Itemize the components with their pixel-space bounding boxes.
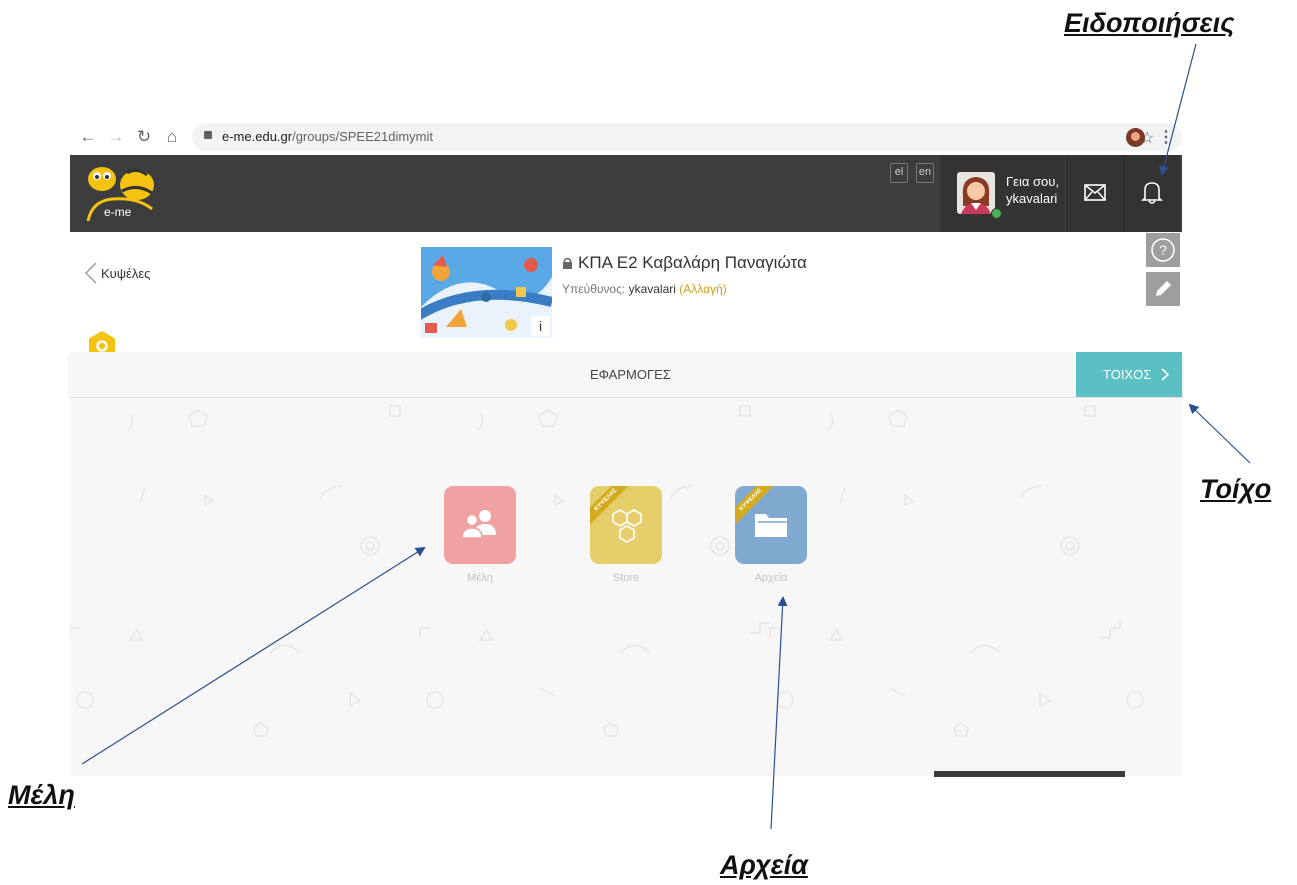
back-icon[interactable]: ← <box>78 127 98 147</box>
svg-text:?: ? <box>1159 242 1167 258</box>
arrow-to-wall <box>1188 403 1251 464</box>
e-me-logo[interactable]: e-me <box>82 161 158 226</box>
background-pattern <box>70 405 1144 737</box>
avatar <box>957 172 995 214</box>
logo-text: e-me <box>104 205 132 219</box>
group-info-badge[interactable]: i <box>531 316 550 336</box>
reload-icon[interactable]: ↻ <box>134 127 154 147</box>
notifications-button[interactable] <box>1123 155 1180 232</box>
help-icon: ? <box>1151 238 1175 262</box>
annotation-notifications: Ειδοποιήσεις <box>1064 8 1235 38</box>
browser-toolbar: ← → ↻ ⌂ e-me.edu.gr/groups/SPEE21dimymit… <box>70 120 1182 155</box>
folder-icon <box>755 514 787 537</box>
annotation-wall: Τοίχο <box>1200 474 1272 504</box>
lang-el-button[interactable]: el <box>890 163 908 183</box>
online-status-icon <box>991 208 1002 219</box>
annotation-files: Αρχεία <box>720 850 808 880</box>
app-store[interactable]: ΚΥΨΕΛΗΣ <box>590 486 662 564</box>
honeycomb-icon <box>612 509 642 543</box>
forward-icon[interactable]: → <box>106 127 126 147</box>
greeting: Γεια σου, ykavalari <box>1006 174 1059 206</box>
apps-content: Μέλη ΚΥΨΕΛΗΣ Store ΚΥΨΕΛΗΣ Αρχεία <box>70 398 1182 776</box>
app-members[interactable] <box>444 486 516 564</box>
mail-button[interactable] <box>1066 155 1123 232</box>
group-title: ΚΠΑ Ε2 Καβαλάρη Παναγιώτα <box>578 253 807 272</box>
app-files-label: Αρχεία <box>754 572 788 584</box>
app-members-label: Μέλη <box>467 572 493 584</box>
app-files[interactable]: ΚΥΨΕΛΗΣ <box>735 486 807 564</box>
app-header: e-me el en Γεια σου, ykavalari <box>70 155 1182 232</box>
url-text: e-me.edu.gr/groups/SPEE21dimymit <box>222 129 433 144</box>
edit-button[interactable] <box>1146 272 1180 306</box>
envelope-icon <box>1084 184 1106 201</box>
chevron-left-icon <box>85 262 97 284</box>
lock-icon <box>204 131 212 139</box>
help-button[interactable]: ? <box>1146 233 1180 267</box>
group-image: i <box>421 247 552 338</box>
tab-bar: ΕΦΑΡΜΟΓΕΣ ΤΟΙΧΟΣ <box>70 352 1182 397</box>
users-icon <box>461 510 496 539</box>
lock-icon <box>562 256 573 274</box>
tab-wall-label: ΤΟΙΧΟΣ <box>1103 367 1152 382</box>
home-icon[interactable]: ⌂ <box>162 127 182 147</box>
bell-icon <box>1141 182 1163 204</box>
lang-en-button[interactable]: en <box>916 163 934 183</box>
address-bar[interactable]: e-me.edu.gr/groups/SPEE21dimymit ☆ <box>192 123 1182 151</box>
pencil-icon <box>1156 281 1171 296</box>
bottom-popup-edge <box>934 771 1125 777</box>
user-menu[interactable]: Γεια σου, ykavalari <box>940 155 1065 232</box>
app-store-label: Store <box>612 572 640 584</box>
change-owner-link[interactable]: (Αλλαγή) <box>679 282 726 296</box>
tab-apps[interactable]: ΕΦΑΡΜΟΓΕΣ <box>590 367 671 382</box>
profile-avatar-icon[interactable] <box>1126 128 1145 147</box>
tab-wall[interactable]: ΤΟΙΧΟΣ <box>1076 352 1182 397</box>
more-vert-icon[interactable]: ⋮ <box>1158 127 1174 147</box>
chevron-right-icon <box>1161 368 1170 381</box>
annotation-members: Μέλη <box>8 780 75 810</box>
group-owner: Υπεύθυνος: ykavalari (Αλλαγή) <box>562 282 727 296</box>
back-label: Κυψέλες <box>101 266 151 281</box>
